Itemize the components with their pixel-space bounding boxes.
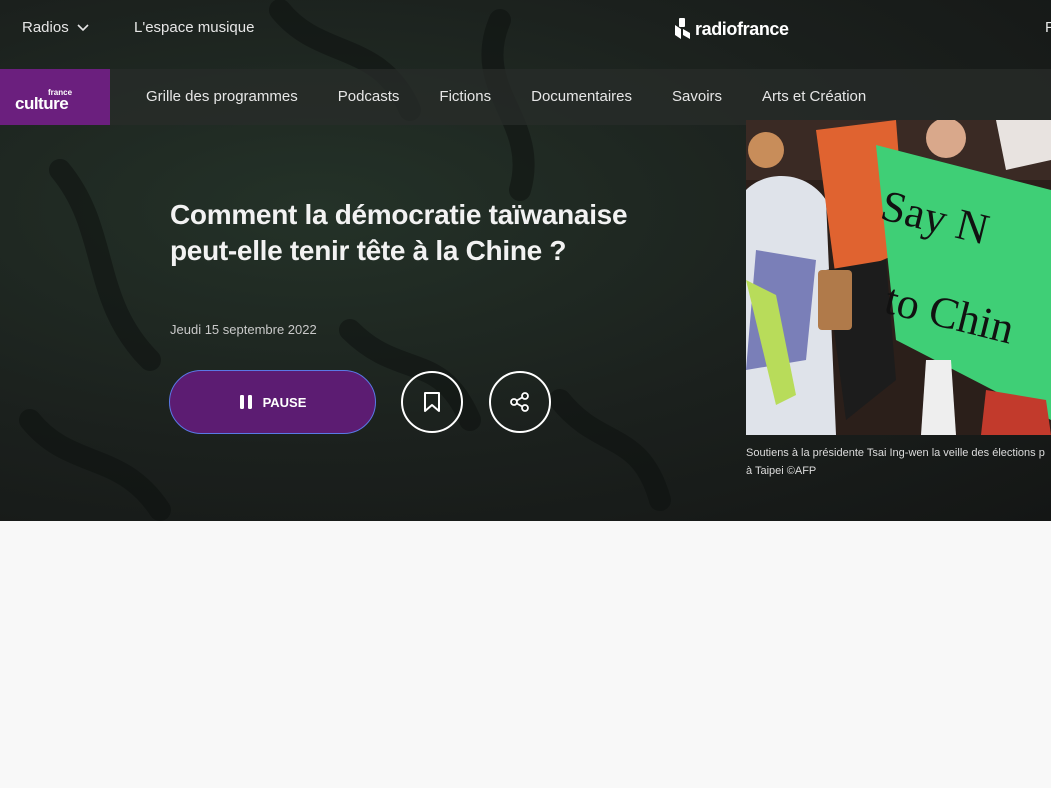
chevron-down-icon [77, 23, 89, 31]
episode-date: Jeudi 15 septembre 2022 [170, 322, 317, 337]
share-button[interactable] [489, 371, 551, 433]
espace-musique-link[interactable]: L'espace musique [134, 19, 254, 36]
nav-item-fictions[interactable]: Fictions [439, 88, 491, 105]
france-culture-logo[interactable]: france culture [0, 69, 110, 125]
caption-line-1: Soutiens à la présidente Tsai Ing-wen la… [746, 447, 1045, 459]
nav-item-savoirs[interactable]: Savoirs [672, 88, 722, 105]
radiofrance-logo[interactable]: radiofrance [672, 17, 789, 41]
pause-button[interactable]: PAUSE [169, 370, 376, 434]
radios-menu[interactable]: Radios [22, 19, 89, 36]
bookmark-button[interactable] [401, 371, 463, 433]
share-icon [510, 392, 529, 412]
logo-main-text: culture [15, 94, 69, 113]
radios-label: Radios [22, 19, 69, 36]
top-navigation-bar: Radios L'espace musique radiofrance F [0, 0, 1051, 57]
content-area [0, 521, 1051, 788]
nav-item-podcasts[interactable]: Podcasts [338, 88, 400, 105]
pause-icon [239, 395, 252, 409]
nav-item-grille[interactable]: Grille des programmes [146, 88, 298, 105]
cut-off-menu-item[interactable]: F [1045, 19, 1051, 36]
protest-photo-illustration: Say N to Chin [746, 120, 1051, 435]
caption-line-2: à Taipei ©AFP [746, 465, 817, 477]
nav-item-arts-creation[interactable]: Arts et Création [762, 88, 866, 105]
nav-item-documentaires[interactable]: Documentaires [531, 88, 632, 105]
pause-label: PAUSE [262, 394, 307, 410]
episode-photo: Say N to Chin [746, 120, 1051, 435]
photo-caption: Soutiens à la présidente Tsai Ing-wen la… [746, 444, 1051, 480]
brand-name: radiofrance [695, 18, 789, 39]
episode-hero: Radios L'espace musique radiofrance F fr… [0, 0, 1051, 521]
station-nav-items: Grille des programmes Podcasts Fictions … [146, 88, 866, 105]
episode-title: Comment la démocratie taïwanaise peut-el… [170, 199, 628, 266]
bookmark-icon [424, 392, 440, 412]
radiofrance-mark-icon [675, 18, 690, 39]
station-navigation-bar: france culture Grille des programmes Pod… [0, 69, 1051, 125]
